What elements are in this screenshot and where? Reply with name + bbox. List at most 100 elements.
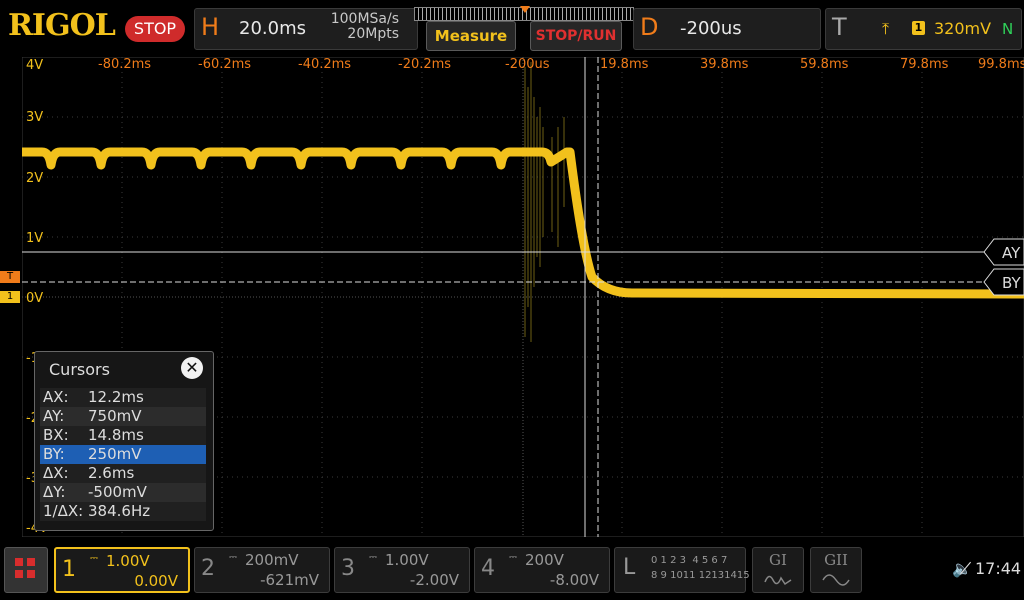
trigger-level-marker[interactable]: T: [0, 271, 20, 283]
trigger-panel[interactable]: T ⤒ 1 320mV N: [825, 8, 1022, 50]
close-icon[interactable]: ✕: [181, 357, 203, 379]
trigger-level: 320mV: [934, 19, 992, 38]
sample-rate: 100MSa/s: [330, 11, 399, 27]
logic-analyzer-box[interactable]: L 0 1 2 3 4 5 6 7 8 9 1011 12131415: [614, 547, 750, 593]
dc-coupling-icon: ⎓: [509, 552, 517, 563]
time-label: 19.8ms: [600, 57, 649, 72]
system-clock: 17:44: [975, 559, 1022, 578]
cursor-readout-row[interactable]: ΔX: 2.6ms: [40, 464, 206, 483]
horizontal-letter: H: [201, 13, 220, 41]
dc-coupling-icon: ⎓: [369, 552, 377, 563]
generator-2-box[interactable]: GII: [810, 547, 862, 593]
bottom-bar: 1 ⎓ 1.00V 0.00V 2 ⎓ 200mV -621mV 3 ⎓ 1.0…: [0, 537, 1024, 600]
readout-key: ΔY:: [43, 483, 66, 501]
readout-key: 1/ΔX:: [43, 502, 84, 520]
readout-key: AX:: [43, 388, 69, 406]
rising-edge-icon: ⤒: [882, 19, 890, 38]
logic-channels: 0 1 2 3 4 5 6 7 8 9 1011 12131415: [651, 553, 750, 583]
volt-label: 2V: [26, 171, 44, 186]
readout-value: 384.6Hz: [88, 502, 151, 520]
generator-1-label: GI: [769, 551, 787, 569]
ch1-offset-marker[interactable]: 1: [0, 291, 20, 303]
generator-2-label: GII: [824, 551, 848, 569]
channel-number: 2: [201, 556, 215, 581]
time-label: -60.2ms: [198, 57, 252, 72]
time-label: 79.8ms: [900, 57, 949, 72]
menu-grid-icon: [27, 570, 35, 578]
channel-4-box[interactable]: 4 ⎓ 200V -8.00V: [474, 547, 610, 593]
time-label: 59.8ms: [800, 57, 849, 72]
stop-run-button[interactable]: STOP/RUN: [530, 21, 622, 51]
noise-burst: [524, 62, 565, 342]
horizontal-panel[interactable]: H 20.0ms 100MSa/s 20Mpts: [194, 8, 418, 50]
cursors-panel-title: Cursors: [49, 360, 110, 379]
volt-label: 4V: [26, 58, 44, 73]
readout-value: 2.6ms: [88, 464, 135, 482]
cursor-readout-row-selected[interactable]: BY: 250mV: [40, 445, 206, 464]
readout-value: 14.8ms: [88, 426, 144, 444]
volt-label: 0V: [26, 291, 44, 306]
readout-key: BX:: [43, 426, 69, 444]
channel-offset: -621mV: [260, 571, 319, 589]
time-label: -20.2ms: [398, 57, 452, 72]
readout-value: -500mV: [88, 483, 147, 501]
channel-scale: 200V: [525, 551, 564, 569]
delay-value: -200us: [680, 18, 742, 39]
channel-scale: 200mV: [245, 551, 299, 569]
channel-2-box[interactable]: 2 ⎓ 200mV -621mV: [194, 547, 330, 593]
readout-value: 12.2ms: [88, 388, 144, 406]
arb-wave-icon: [764, 575, 792, 586]
run-state-badge[interactable]: STOP: [125, 16, 185, 42]
time-label: 39.8ms: [700, 57, 749, 72]
logic-row-1: 0 1 2 3 4 5 6 7: [651, 555, 728, 566]
cursors-panel: Cursors ✕ AX: 12.2ms AY: 750mV BX: 14.8ms B…: [34, 351, 214, 531]
time-label: 99.8ms: [978, 57, 1024, 72]
trigger-letter: T: [832, 13, 847, 41]
cursor-readout-row[interactable]: AY: 750mV: [40, 407, 206, 426]
time-label: -40.2ms: [298, 57, 352, 72]
menu-grid-icon: [15, 558, 23, 566]
dc-coupling-icon: ⎓: [90, 553, 98, 564]
menu-grid-icon: [27, 558, 35, 566]
measure-button[interactable]: Measure: [426, 21, 516, 51]
readout-key: ΔX:: [43, 464, 69, 482]
acquisition-info: 100MSa/s 20Mpts: [331, 12, 399, 42]
readout-key: AY:: [43, 407, 65, 425]
sine-wave-icon: [822, 574, 850, 586]
channel-1-box[interactable]: 1 ⎓ 1.00V 0.00V: [54, 547, 190, 593]
time-label: -200us: [505, 57, 550, 72]
channel-offset: 0.00V: [134, 572, 178, 590]
generator-1-box[interactable]: GI: [752, 547, 804, 593]
logic-label: L: [623, 555, 636, 580]
cursor-readout-row[interactable]: BX: 14.8ms: [40, 426, 206, 445]
cursor-readout-row[interactable]: AX: 12.2ms: [40, 388, 206, 407]
delay-letter: D: [640, 13, 659, 41]
memory-depth: 20Mpts: [347, 26, 399, 42]
cursor-readout-row[interactable]: ΔY: -500mV: [40, 483, 206, 502]
speaker-muted-icon[interactable]: 🔈̸: [952, 559, 972, 578]
volt-label: 1V: [26, 231, 44, 246]
cursor-ay-tag[interactable]: AY: [1002, 244, 1020, 262]
channel-scale: 1.00V: [106, 552, 150, 570]
main-menu-button[interactable]: [4, 547, 48, 593]
timebase-value: 20.0ms: [239, 18, 306, 39]
readout-value: 750mV: [88, 407, 142, 425]
channel-scale: 1.00V: [385, 551, 429, 569]
memory-position-marker: [520, 6, 530, 13]
dc-coupling-icon: ⎓: [229, 552, 237, 563]
time-label: -80.2ms: [98, 57, 152, 72]
readout-key: BY:: [43, 445, 65, 463]
channel-number: 1: [62, 557, 76, 582]
delay-panel[interactable]: D -200us: [633, 8, 821, 50]
readout-value: 250mV: [88, 445, 142, 463]
channel-number: 4: [481, 556, 495, 581]
cursor-readout-row[interactable]: 1/ΔX: 384.6Hz: [40, 502, 206, 521]
channel-number: 3: [341, 556, 355, 581]
cursor-by-tag[interactable]: BY: [1002, 274, 1021, 292]
volt-label: 3V: [26, 110, 44, 125]
trigger-source-badge: 1: [912, 21, 925, 35]
channel-offset: -8.00V: [549, 571, 599, 589]
menu-grid-icon: [15, 570, 23, 578]
cursors-readout-list: AX: 12.2ms AY: 750mV BX: 14.8ms BY: 250mV ΔX…: [40, 388, 206, 521]
channel-3-box[interactable]: 3 ⎓ 1.00V -2.00V: [334, 547, 470, 593]
